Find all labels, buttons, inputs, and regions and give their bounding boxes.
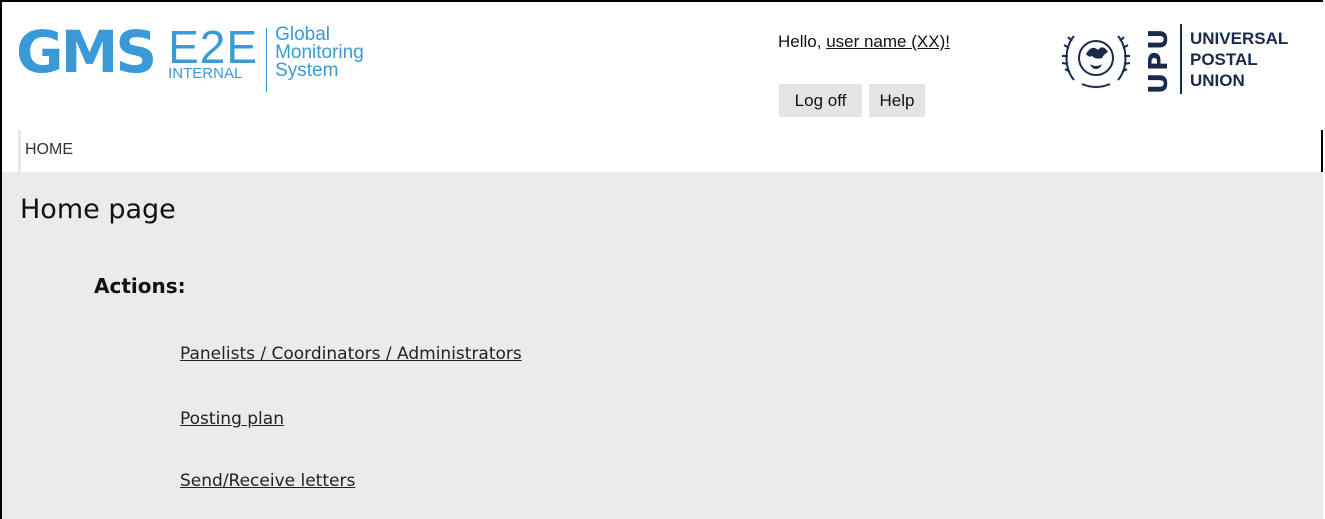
upu-name-line-1: UNIVERSAL: [1190, 29, 1289, 48]
gms-subtitle: Global Monitoring System: [275, 25, 364, 81]
gms-logo: GMS E2E INTERNAL Global Monitoring Syste…: [16, 20, 364, 100]
e2e-wordmark: E2E: [168, 21, 259, 73]
breadcrumb-home[interactable]: HOME: [25, 141, 73, 158]
gms-subtitle-line-3: System: [275, 60, 339, 81]
upu-name-line-2: POSTAL: [1190, 50, 1258, 69]
help-button[interactable]: Help: [869, 84, 925, 117]
upu-name-line-3: UNION: [1190, 71, 1245, 90]
upu-letters: UPU: [1144, 26, 1174, 94]
logo-divider: [266, 28, 268, 92]
upu-divider: [1180, 24, 1182, 94]
upu-emblem-icon: [1061, 35, 1131, 88]
header: GMS E2E INTERNAL Global Monitoring Syste…: [2, 2, 1323, 130]
send-receive-letters-link[interactable]: Send/Receive letters: [180, 471, 355, 491]
page-title: Home page: [20, 194, 176, 225]
breadcrumb: HOME: [18, 130, 1323, 172]
internal-label: INTERNAL: [168, 65, 243, 82]
upu-logo: UPU UNIVERSAL POSTAL UNION: [1060, 24, 1288, 104]
user-name-link[interactable]: user name (XX)!: [826, 32, 950, 51]
posting-plan-link[interactable]: Posting plan: [180, 409, 284, 429]
e2e-block: E2E INTERNAL: [168, 20, 258, 81]
logoff-button[interactable]: Log off: [779, 84, 862, 117]
upu-name: UNIVERSAL POSTAL UNION: [1190, 28, 1288, 104]
greeting-text: Hello,: [778, 32, 827, 51]
panelists-coordinators-administrators-link[interactable]: Panelists / Coordinators / Administrator…: [180, 344, 522, 364]
actions-heading: Actions:: [94, 274, 186, 298]
gms-wordmark: GMS: [16, 18, 157, 86]
user-greeting: Hello, user name (XX)!: [778, 32, 950, 52]
main-content: Home page Actions: Panelists / Coordinat…: [2, 172, 1323, 519]
